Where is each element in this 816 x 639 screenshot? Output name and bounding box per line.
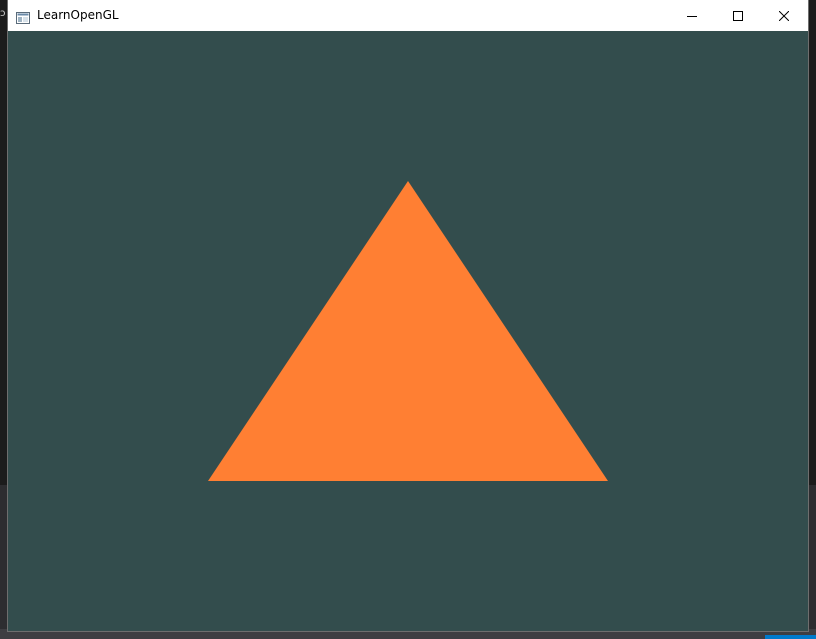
background-edge-text: ɔ: [0, 8, 6, 19]
title-bar[interactable]: LearnOpenGL: [8, 0, 808, 31]
maximize-button[interactable]: [715, 0, 761, 31]
background-status-accent: [765, 635, 816, 639]
app-window: LearnOpenGL: [8, 0, 808, 631]
window-title: LearnOpenGL: [37, 8, 119, 22]
minimize-button[interactable]: [669, 0, 715, 31]
app-window-icon: [16, 9, 30, 24]
close-icon: [778, 6, 790, 25]
render-canvas: [8, 31, 808, 631]
close-button[interactable]: [761, 0, 807, 31]
opengl-viewport[interactable]: [8, 31, 808, 631]
minimize-icon: [687, 6, 697, 25]
maximize-icon: [733, 6, 743, 25]
